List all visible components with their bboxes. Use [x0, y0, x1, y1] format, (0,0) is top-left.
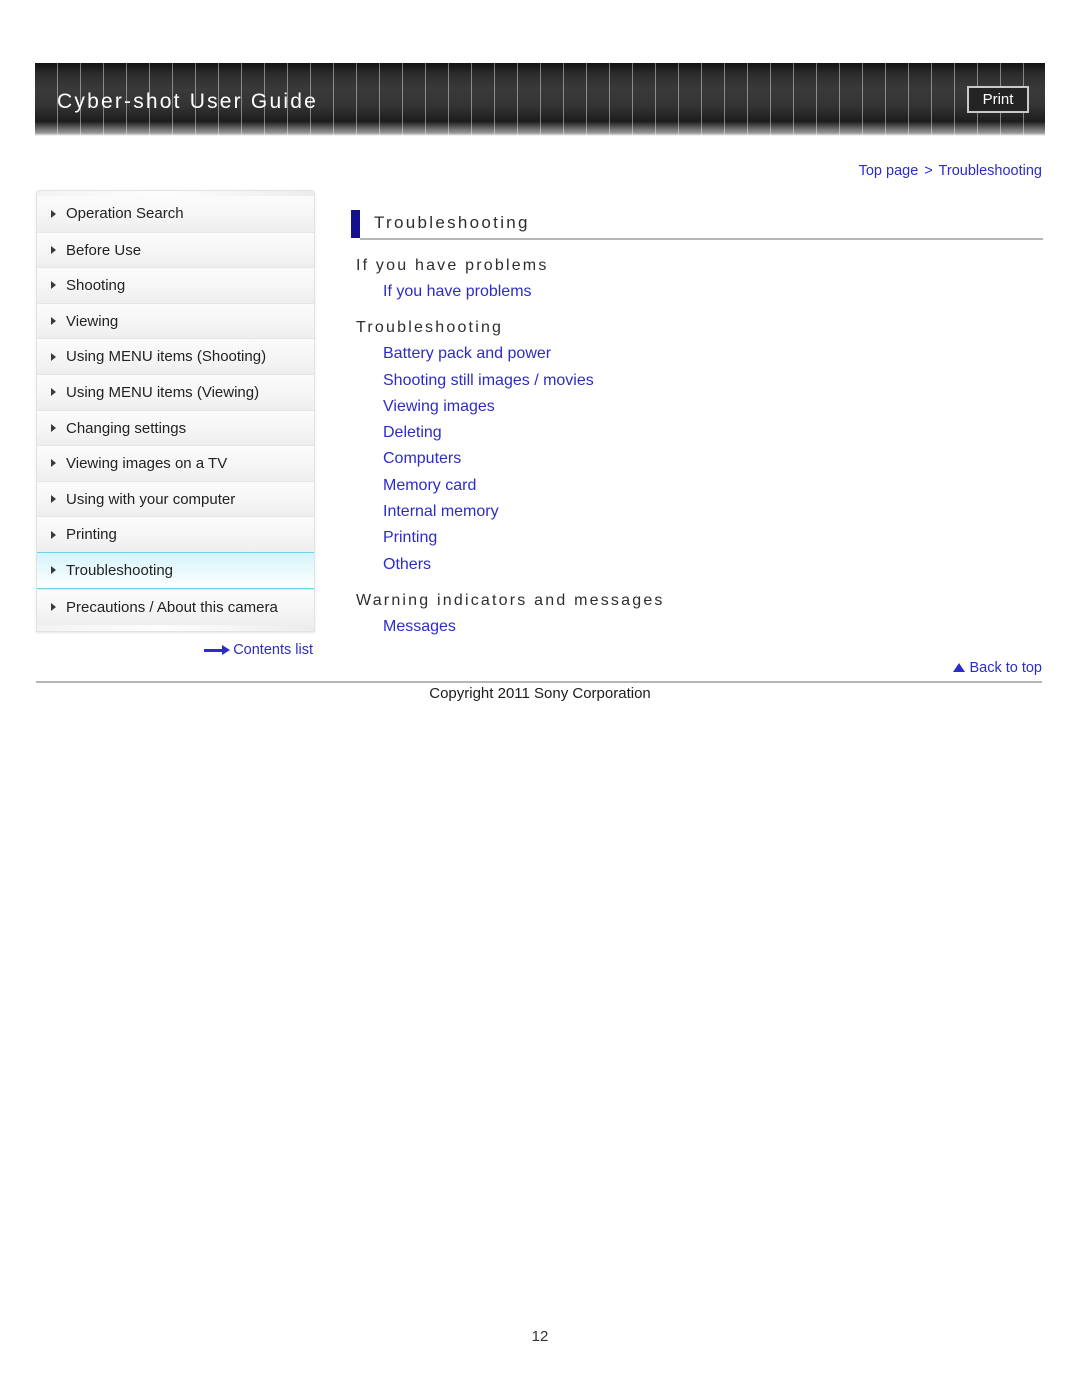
contents-list-label: Contents list	[233, 641, 313, 658]
page-title-wrap: Troubleshooting	[351, 210, 1043, 243]
content-link-printing[interactable]: Printing	[383, 525, 437, 551]
content-link-battery-pack-and-power[interactable]: Battery pack and power	[383, 341, 551, 367]
back-to-top-link[interactable]: Back to top	[953, 660, 1042, 676]
sections-container: If you have problems If you have problems…	[351, 257, 1043, 640]
page-title-accent-bar	[351, 210, 360, 238]
main-content: Troubleshooting If you have problems If y…	[351, 210, 1043, 640]
sidebar-item-label: Shooting	[66, 277, 126, 295]
page-number: 12	[531, 1328, 549, 1345]
sidebar-item-using-menu-items-shooting[interactable]: Using MENU items (Shooting)	[37, 338, 314, 374]
sidebar-item-using-menu-items-viewing[interactable]: Using MENU items (Viewing)	[37, 373, 314, 410]
sidebar-item-shooting[interactable]: Shooting	[37, 267, 314, 303]
triangle-up-icon	[953, 663, 966, 672]
sidebar-item-label: Changing settings	[66, 419, 187, 437]
content-link-memory-card[interactable]: Memory card	[383, 473, 476, 499]
copyright-text: Copyright 2011 Sony Corporation	[429, 685, 651, 702]
list-item: Deleting	[383, 420, 1043, 446]
triangle-right-icon	[51, 245, 56, 254]
footer-divider	[36, 681, 1042, 683]
list-item: Memory card	[383, 473, 1043, 499]
content-section: If you have problems If you have problems	[351, 257, 1043, 305]
triangle-right-icon	[51, 352, 56, 361]
content-section: Warning indicators and messages Messages	[351, 592, 1043, 640]
list-item: Shooting still images / movies	[383, 368, 1043, 394]
sidebar-item-label: Precautions / About this camera	[66, 598, 278, 616]
list-item: Others	[383, 552, 1043, 578]
page-title-divider	[360, 238, 1043, 240]
print-button[interactable]: Print	[967, 86, 1029, 113]
triangle-right-icon	[51, 423, 56, 432]
breadcrumb-separator: >	[924, 163, 933, 179]
arrow-right-icon	[204, 645, 231, 656]
sidebar-item-label: Printing	[66, 526, 117, 544]
triangle-right-icon	[51, 209, 56, 218]
list-item: Messages	[383, 614, 1043, 640]
page-title: Troubleshooting	[374, 213, 530, 232]
sidebar-item-operation-search[interactable]: Operation Search	[37, 196, 314, 232]
section-link-list: If you have problems	[351, 279, 1043, 305]
section-link-list: Battery pack and power Shooting still ima…	[351, 341, 1043, 578]
breadcrumb-current[interactable]: Troubleshooting	[939, 163, 1042, 179]
sidebar-item-using-with-your-computer[interactable]: Using with your computer	[37, 480, 314, 517]
sidebar-item-precautions-about-this-camera[interactable]: Precautions / About this camera	[37, 588, 314, 625]
list-item: Internal memory	[383, 499, 1043, 525]
triangle-right-icon	[51, 388, 56, 397]
back-to-top-row: Back to top	[36, 660, 1042, 676]
sidebar-item-label: Before Use	[66, 241, 142, 259]
content-link-others[interactable]: Others	[383, 552, 431, 578]
sidebar-item-label: Viewing	[66, 312, 119, 330]
triangle-right-icon	[51, 603, 56, 612]
sidebar-item-label: Using with your computer	[66, 490, 236, 508]
content-link-computers[interactable]: Computers	[383, 446, 461, 472]
section-heading: If you have problems	[356, 257, 549, 274]
triangle-right-icon	[51, 566, 56, 575]
list-item: Printing	[383, 525, 1043, 551]
triangle-right-icon	[51, 459, 56, 468]
triangle-right-icon	[51, 281, 56, 290]
sidebar-item-label: Using MENU items (Shooting)	[66, 348, 267, 366]
section-heading: Troubleshooting	[356, 319, 504, 337]
triangle-right-icon	[51, 530, 56, 539]
breadcrumb: Top page > Troubleshooting	[859, 163, 1042, 179]
sidebar: Operation Search Before Use Shooting Viewin…	[36, 190, 315, 658]
content-link-if-you-have-problems[interactable]: If you have problems	[383, 279, 532, 305]
sidebar-item-label: Viewing images on a TV	[66, 455, 228, 473]
sidebar-item-viewing[interactable]: Viewing	[37, 302, 314, 339]
sidebar-item-before-use[interactable]: Before Use	[37, 231, 314, 268]
content-section: Troubleshooting Battery pack and power Sho…	[351, 319, 1043, 578]
content-link-internal-memory[interactable]: Internal memory	[383, 499, 499, 525]
list-item: Computers	[383, 446, 1043, 472]
triangle-right-icon	[51, 317, 56, 326]
app-title: Cyber-shot User Guide	[57, 90, 318, 113]
content-link-messages[interactable]: Messages	[383, 614, 456, 640]
sidebar-item-label: Using MENU items (Viewing)	[66, 383, 260, 401]
list-item: If you have problems	[383, 279, 1043, 305]
sidebar-item-viewing-images-on-a-tv[interactable]: Viewing images on a TV	[37, 445, 314, 481]
content-link-deleting[interactable]: Deleting	[383, 420, 442, 446]
sidebar-item-changing-settings[interactable]: Changing settings	[37, 409, 314, 446]
section-link-list: Messages	[351, 614, 1043, 640]
header-banner: Cyber-shot User Guide Print	[35, 63, 1045, 136]
contents-list-row: Contents list	[36, 642, 315, 658]
sidebar-item-printing[interactable]: Printing	[37, 516, 314, 552]
sidebar-item-troubleshooting[interactable]: Troubleshooting	[37, 551, 314, 589]
content-link-viewing-images[interactable]: Viewing images	[383, 394, 495, 420]
contents-list-link[interactable]: Contents list	[204, 642, 313, 658]
sidebar-item-label: Operation Search	[66, 205, 184, 222]
breadcrumb-top-page[interactable]: Top page	[859, 163, 919, 179]
sidebar-item-label: Troubleshooting	[66, 561, 174, 579]
list-item: Battery pack and power	[383, 341, 1043, 367]
sidebar-menu: Operation Search Before Use Shooting Viewin…	[36, 190, 315, 632]
back-to-top-label: Back to top	[969, 660, 1042, 676]
triangle-right-icon	[51, 495, 56, 504]
content-link-shooting-still-images-movies[interactable]: Shooting still images / movies	[383, 368, 594, 394]
section-heading: Warning indicators and messages	[356, 591, 665, 609]
list-item: Viewing images	[383, 394, 1043, 420]
